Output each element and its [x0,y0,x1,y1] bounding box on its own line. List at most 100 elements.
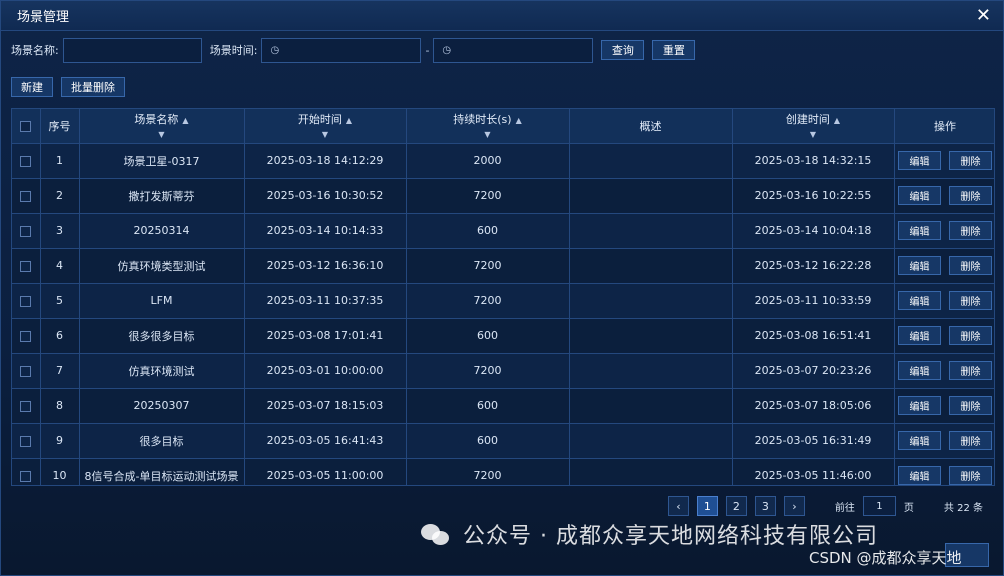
table-body: 1 场景卫星-0317 2025-03-18 14:12:29 2000 2025-03… [12,143,994,485]
csdn-watermark: CSDN @成都众享天地 [809,549,962,567]
edit-button[interactable]: 编辑 [898,291,941,310]
start-date-picker[interactable]: ◷ [261,37,422,63]
header-created[interactable]: 创建时间 ▲ ▼ [732,109,895,144]
header-start[interactable]: 开始时间 ▲ ▼ [244,109,407,144]
row-start: 2025-03-11 10:37:35 [244,283,407,319]
delete-button[interactable]: 删除 [949,396,992,415]
select-all-checkbox[interactable] [20,120,32,132]
row-created: 2025-03-11 10:33:59 [732,283,895,319]
row-select-cell[interactable] [12,178,41,214]
row-name: 很多很多目标 [79,318,245,354]
table-row: 6 很多很多目标 2025-03-08 17:01:41 600 2025-03-08 … [12,318,994,354]
edit-button[interactable]: 编辑 [898,186,941,205]
row-checkbox[interactable] [20,400,32,412]
edit-button[interactable]: 编辑 [898,396,941,415]
delete-button[interactable]: 删除 [949,466,992,485]
row-ops: 编辑 删除 [894,283,994,319]
row-start: 2025-03-07 18:15:03 [244,388,407,424]
row-select-cell[interactable] [12,423,41,459]
header-name[interactable]: 场景名称 ▲ ▼ [79,109,245,144]
close-icon[interactable]: ✕ [976,6,991,25]
page-button-3[interactable]: 3 [754,496,776,516]
row-ops: 编辑 删除 [894,353,994,389]
end-date-picker[interactable]: ◷ [433,37,594,63]
row-created: 2025-03-07 20:23:26 [732,353,895,389]
row-index: 5 [40,283,80,319]
row-start: 2025-03-16 10:30:52 [244,178,407,214]
header-select-all[interactable] [12,109,41,144]
row-ops: 编辑 删除 [894,388,994,424]
delete-button[interactable]: 删除 [949,221,992,240]
row-duration: 600 [406,213,570,249]
row-checkbox[interactable] [20,295,32,307]
delete-button[interactable]: 删除 [949,186,992,205]
reset-button[interactable]: 重置 [652,40,696,60]
scene-table-container[interactable]: 序号 场景名称 ▲ ▼ 开始时间 ▲ ▼ 持续时长(s) ▲ ▼ 概述 创建时间 ▲ ▼ 操作 … [11,108,995,486]
header-start-label: 开始时间 [297,113,342,127]
delete-button[interactable]: 删除 [949,326,992,345]
edit-button[interactable]: 编辑 [898,466,941,485]
edit-button[interactable]: 编辑 [898,151,941,170]
edit-button[interactable]: 编辑 [898,431,941,450]
row-name: 很多目标 [79,423,245,459]
row-start: 2025-03-05 16:41:43 [244,423,407,459]
delete-button[interactable]: 删除 [949,256,992,275]
row-checkbox[interactable] [20,470,32,482]
row-select-cell[interactable] [12,388,41,424]
query-button[interactable]: 查询 [601,40,645,60]
row-select-cell[interactable] [12,213,41,249]
next-page-button[interactable]: › [783,496,805,516]
header-summary: 概述 [569,109,733,144]
batch-delete-button[interactable]: 批量删除 [61,77,125,97]
edit-button[interactable]: 编辑 [898,326,941,345]
row-checkbox[interactable] [20,225,32,237]
row-select-cell[interactable] [12,283,41,319]
row-select-cell[interactable] [12,353,41,389]
row-checkbox[interactable] [20,260,32,272]
row-start: 2025-03-05 11:00:00 [244,458,407,485]
edit-button[interactable]: 编辑 [898,256,941,275]
scene-table: 序号 场景名称 ▲ ▼ 开始时间 ▲ ▼ 持续时长(s) ▲ ▼ 概述 创建时间 ▲ ▼ 操作 … [12,109,994,485]
row-checkbox[interactable] [20,155,32,167]
watermark: 公众号 · 成都众享天地网络科技有限公司 [421,518,878,550]
dialog-title: 场景管理 [17,10,70,25]
row-index: 10 [40,458,80,485]
row-checkbox[interactable] [20,435,32,447]
row-summary [569,178,733,214]
row-name: 仿真环境类型测试 [79,248,245,284]
row-created: 2025-03-05 16:31:49 [732,423,895,459]
row-select-cell[interactable] [12,143,41,179]
edit-button[interactable]: 编辑 [898,221,941,240]
header-duration[interactable]: 持续时长(s) ▲ ▼ [406,109,570,144]
new-button[interactable]: 新建 [11,77,53,97]
page-button-1[interactable]: 1 [696,496,718,516]
row-created: 2025-03-07 18:05:06 [732,388,895,424]
header-created-label: 创建时间 [785,113,830,127]
clock-icon: ◷ [270,44,280,56]
row-checkbox[interactable] [20,365,32,377]
page-button-2[interactable]: 2 [725,496,747,516]
row-select-cell[interactable] [12,248,41,284]
header-duration-label: 持续时长(s) [453,113,512,127]
row-name: 8信号合成-单目标运动测试场景 [79,458,245,485]
delete-button[interactable]: 删除 [949,291,992,310]
row-duration: 7200 [406,283,570,319]
row-select-cell[interactable] [12,318,41,354]
delete-button[interactable]: 删除 [949,431,992,450]
delete-button[interactable]: 删除 [949,361,992,380]
edit-button[interactable]: 编辑 [898,361,941,380]
row-checkbox[interactable] [20,190,32,202]
row-summary [569,283,733,319]
row-index: 8 [40,388,80,424]
row-name: 场景卫星-0317 [79,143,245,179]
prev-page-button[interactable]: ‹ [667,496,689,516]
scene-name-input[interactable] [62,37,202,63]
goto-page-input[interactable] [862,496,896,516]
row-checkbox[interactable] [20,330,32,342]
dialog-titlebar: 场景管理 ✕ [1,1,1003,31]
row-select-cell[interactable] [12,458,41,485]
row-index: 7 [40,353,80,389]
row-index: 9 [40,423,80,459]
row-summary [569,423,733,459]
delete-button[interactable]: 删除 [949,151,992,170]
